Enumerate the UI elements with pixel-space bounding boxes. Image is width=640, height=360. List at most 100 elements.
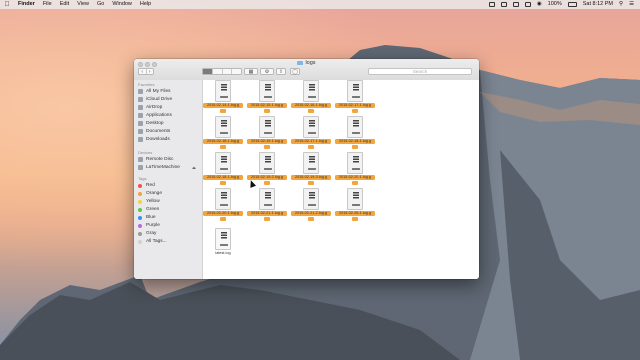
clock[interactable]: Sat 8:12 PM xyxy=(583,0,613,9)
menu-file[interactable]: File xyxy=(39,0,56,9)
sidebar: Favorites All My Files iCloud Drive AirD… xyxy=(134,80,203,279)
file-item[interactable]: 2015-02-14-1.log.g xyxy=(203,80,243,116)
forward-button[interactable]: › xyxy=(147,69,154,75)
icon-view-button[interactable] xyxy=(203,69,213,74)
document-icon xyxy=(347,116,363,138)
sidebar-tag-purple[interactable]: Purple xyxy=(138,222,160,229)
menu-help[interactable]: Help xyxy=(136,0,155,9)
tag-icon[interactable]: ◯ xyxy=(290,68,300,75)
all-files-icon xyxy=(138,89,143,94)
search-placeholder: Search xyxy=(412,69,428,74)
list-view-button[interactable] xyxy=(213,69,223,74)
back-forward-buttons: ‹ › xyxy=(138,68,154,75)
sidebar-item-all-my-files[interactable]: All My Files xyxy=(138,88,171,95)
file-item[interactable]: 2015-02-18-1.log.g xyxy=(203,152,243,188)
sidebar-item-label: Blue xyxy=(146,215,156,220)
menu-go[interactable]: Go xyxy=(93,0,108,9)
file-item[interactable]: 2015-02-17-1.log.g xyxy=(291,116,331,152)
sidebar-tag-green[interactable]: Green xyxy=(138,206,159,213)
tag-dot-icon xyxy=(308,181,314,185)
search-input[interactable]: Search xyxy=(368,68,472,75)
sidebar-tag-red[interactable]: Red xyxy=(138,182,155,189)
wifi-icon[interactable]: ◉ xyxy=(537,0,542,9)
search-icon[interactable]: ⚲ xyxy=(619,0,623,9)
document-icon xyxy=(215,152,231,174)
menu-bar:  Finder File Edit View Go Window Help ◉… xyxy=(0,0,640,9)
bluetooth-icon[interactable] xyxy=(524,2,531,7)
sidebar-item-applications[interactable]: Applications xyxy=(138,112,172,119)
file-item[interactable]: 2015-02-26-1.log.g xyxy=(335,188,375,224)
document-icon xyxy=(215,188,231,210)
tag-dot-icon xyxy=(264,109,270,113)
share-icon[interactable]: ⇧ xyxy=(276,68,286,75)
file-item[interactable]: 2015-02-19-1.log.g xyxy=(247,116,287,152)
document-icon xyxy=(259,116,275,138)
tag-dot-icon xyxy=(220,217,226,221)
tag-dot-icon xyxy=(352,181,358,185)
sidebar-tag-all[interactable]: All Tags... xyxy=(138,238,167,245)
sidebar-item-airdrop[interactable]: AirDrop xyxy=(138,104,162,111)
sidebar-tag-gray[interactable]: Gray xyxy=(138,230,156,237)
sidebar-item-label: All Tags... xyxy=(146,239,167,244)
tag-dot-icon xyxy=(138,223,142,228)
tag-dot-icon xyxy=(264,145,270,149)
menu-view[interactable]: View xyxy=(73,0,93,9)
airplay-icon[interactable] xyxy=(512,2,519,7)
document-icon xyxy=(303,80,319,102)
file-item[interactable]: 2015-02-21-2.log.g xyxy=(291,188,331,224)
file-name: 2015-02-17-1.log.g xyxy=(335,103,375,108)
sidebar-heading-favorites: Favorites xyxy=(138,82,155,87)
menu-edit[interactable]: Edit xyxy=(56,0,73,9)
notification-center-icon[interactable]: ☰ xyxy=(629,0,634,9)
file-item[interactable]: 2015-02-18-1.log.g xyxy=(335,116,375,152)
menu-app-name[interactable]: Finder xyxy=(14,0,39,9)
disc-icon xyxy=(138,157,143,162)
document-icon xyxy=(215,80,231,102)
finder-window: logs ‹ › ▦ ⚙ ⇧ ◯ Search Favorites All My… xyxy=(134,59,479,279)
window-title-text: logs xyxy=(305,60,316,66)
eject-icon[interactable]: ⏏ xyxy=(192,164,196,171)
sidebar-item-icloud-drive[interactable]: iCloud Drive xyxy=(138,96,172,103)
sidebar-item-label: AirDrop xyxy=(146,105,163,110)
file-name: 2015-02-20-1.log.g xyxy=(203,211,243,216)
document-icon xyxy=(303,116,319,138)
arrange-button[interactable]: ▦ xyxy=(244,68,258,75)
battery-icon[interactable] xyxy=(567,2,577,7)
sidebar-item-desktop[interactable]: Desktop xyxy=(138,120,164,127)
window-toolbar: logs ‹ › ▦ ⚙ ⇧ ◯ Search xyxy=(134,59,479,81)
tag-dot-icon xyxy=(352,217,358,221)
file-item[interactable]: 2015-02-18-1.log.g xyxy=(203,116,243,152)
sidebar-item-label: All My Files xyxy=(146,89,171,94)
sidebar-tag-blue[interactable]: Blue xyxy=(138,214,156,221)
sidebar-tag-yellow[interactable]: Yellow xyxy=(138,198,160,205)
tag-dot-icon xyxy=(308,145,314,149)
sidebar-item-latimemachine[interactable]: LaTimeMachine ⏏ xyxy=(138,164,196,171)
file-item[interactable]: 2015-02-20-1.log.g xyxy=(203,188,243,224)
file-item[interactable]: 2015-02-17-1.log.g xyxy=(335,80,375,116)
file-name: 2015-02-16-1.log.g xyxy=(291,103,331,108)
sidebar-tag-orange[interactable]: Orange xyxy=(138,190,162,197)
file-item[interactable]: 2015-02-15-1.log.g xyxy=(247,80,287,116)
file-item[interactable]: 2015-02-16-1.log.g xyxy=(291,80,331,116)
sidebar-item-documents[interactable]: Documents xyxy=(138,128,170,135)
file-item[interactable]: latest.log xyxy=(203,228,243,264)
apple-icon[interactable]:  xyxy=(0,0,14,9)
action-gear-icon[interactable]: ⚙ xyxy=(260,68,274,75)
document-icon xyxy=(347,188,363,210)
cover-flow-button[interactable] xyxy=(232,69,241,74)
sidebar-item-label: Applications xyxy=(146,113,172,118)
file-icon-grid: 2015-02-14-1.log.g 2015-02-15-1.log.g 20… xyxy=(203,80,479,279)
sidebar-item-remote-disc[interactable]: Remote Disc xyxy=(138,156,173,163)
sidebar-heading-devices: Devices xyxy=(138,150,153,155)
back-button[interactable]: ‹ xyxy=(139,69,147,75)
display-icon[interactable] xyxy=(488,2,495,7)
file-name: 2015-02-18-1.log.g xyxy=(203,139,243,144)
file-item[interactable]: 2015-02-21-1.log.g xyxy=(247,188,287,224)
file-item[interactable]: 2015-02-19-3.log.g xyxy=(291,152,331,188)
tag-dot-icon xyxy=(308,109,314,113)
file-item[interactable]: 2015-02-20-1.log.g xyxy=(335,152,375,188)
column-view-button[interactable] xyxy=(223,69,233,74)
sidebar-item-downloads[interactable]: Downloads xyxy=(138,136,170,143)
menu-window[interactable]: Window xyxy=(108,0,136,9)
screen-recording-icon[interactable] xyxy=(500,2,507,7)
